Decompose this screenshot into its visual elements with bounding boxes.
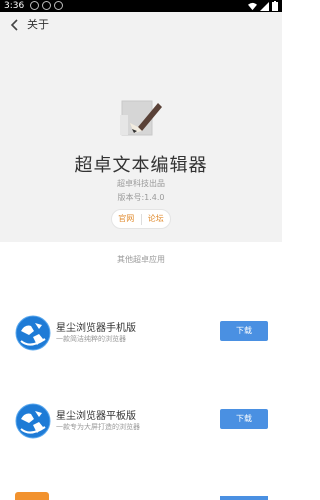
company-name: 超卓科技出品: [117, 179, 165, 188]
app-bar: 关于: [0, 12, 282, 38]
app-item-browser-phone: 星尘浏览器手机版 一款简洁纯粹的浏览器 下载: [0, 315, 282, 375]
notification-icon: [42, 1, 51, 10]
wifi-icon: [248, 2, 257, 10]
page-title: 关于: [27, 18, 49, 31]
notification-icon: [30, 1, 39, 10]
download-button[interactable]: [220, 496, 268, 500]
app-name: 超卓文本编辑器: [74, 155, 208, 176]
battery-icon: [272, 1, 278, 11]
status-time: 3:36: [4, 1, 25, 11]
back-button[interactable]: [6, 16, 24, 34]
app-name: 星尘浏览器手机版: [56, 323, 136, 334]
other-apps-title: 其他超卓应用: [117, 255, 165, 264]
link-group: 官网 论坛: [111, 209, 171, 229]
version-label: 版本号:1.4.0: [117, 193, 165, 202]
forum-link[interactable]: 论坛: [142, 210, 171, 228]
status-bar: 3:36: [0, 0, 282, 12]
app-description: 一款简洁纯粹的浏览器: [56, 335, 126, 343]
app-description: 一款专为大屏打造的浏览器: [56, 423, 140, 431]
about-header: 超卓文本编辑器 超卓科技出品 版本号:1.4.0 官网 论坛: [0, 38, 282, 242]
signal-icon: [260, 1, 269, 11]
website-link[interactable]: 官网: [112, 210, 141, 228]
download-button[interactable]: 下载: [220, 409, 268, 429]
pen-document-icon: [120, 100, 162, 136]
app-item-partial: [0, 480, 282, 500]
globe-browser-icon: [15, 403, 51, 439]
download-button[interactable]: 下载: [220, 321, 268, 341]
app-icon: [15, 492, 49, 500]
status-system-icons: [248, 1, 278, 11]
globe-browser-icon: [15, 315, 51, 351]
chevron-left-icon: [10, 19, 18, 31]
app-name: 星尘浏览器平板版: [56, 411, 136, 422]
app-item-browser-tablet: 星尘浏览器平板版 一款专为大屏打造的浏览器 下载: [0, 403, 282, 463]
notification-icon: [54, 1, 63, 10]
status-notification-icons: [30, 1, 63, 10]
